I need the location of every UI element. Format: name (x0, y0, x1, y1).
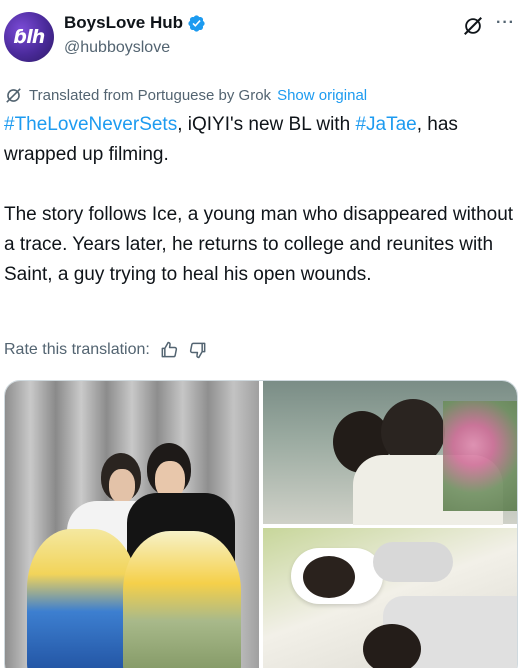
more-options-button[interactable]: ··· (496, 14, 515, 32)
thumbs-down-icon[interactable] (188, 340, 208, 360)
author-name-row: BoysLove Hub (64, 13, 206, 33)
grok-icon[interactable] (462, 15, 484, 37)
media-grid (4, 380, 518, 668)
tweet-text: #TheLoveNeverSets, iQIYI's new BL with #… (4, 110, 516, 290)
hashtag-link[interactable]: #TheLoveNeverSets (4, 114, 177, 135)
tweet-header: ɓlh BoysLove Hub @hubboyslove ··· (0, 0, 518, 80)
show-original-link[interactable]: Show original (277, 87, 367, 104)
tweet-text-segment: , iQIYI's new BL with (177, 114, 356, 135)
translation-note: Translated from Portuguese by Grok Show … (4, 85, 367, 105)
rate-translation: Rate this translation: (4, 339, 208, 361)
photo-actors-lying-on-picnic-blanket[interactable] (263, 528, 517, 668)
photo-actors-embracing[interactable] (263, 381, 517, 525)
thumbs-up-icon[interactable] (159, 340, 179, 360)
verified-badge-icon[interactable] (187, 14, 206, 33)
avatar[interactable]: ɓlh (4, 12, 54, 62)
grok-translate-icon (6, 87, 21, 103)
user-handle[interactable]: @hubboyslove (64, 39, 170, 57)
tweet-paragraph-1: #TheLoveNeverSets, iQIYI's new BL with #… (4, 110, 516, 170)
display-name[interactable]: BoysLove Hub (64, 13, 183, 33)
rate-translation-label: Rate this translation: (4, 341, 150, 358)
hashtag-link[interactable]: #JaTae (355, 114, 416, 135)
avatar-logo-text: ɓlh (13, 26, 46, 48)
tweet-paragraph-2: The story follows Ice, a young man who d… (4, 204, 514, 285)
photo-actors-with-flowers[interactable] (5, 381, 259, 668)
translation-note-text: Translated from Portuguese by Grok (29, 86, 272, 104)
